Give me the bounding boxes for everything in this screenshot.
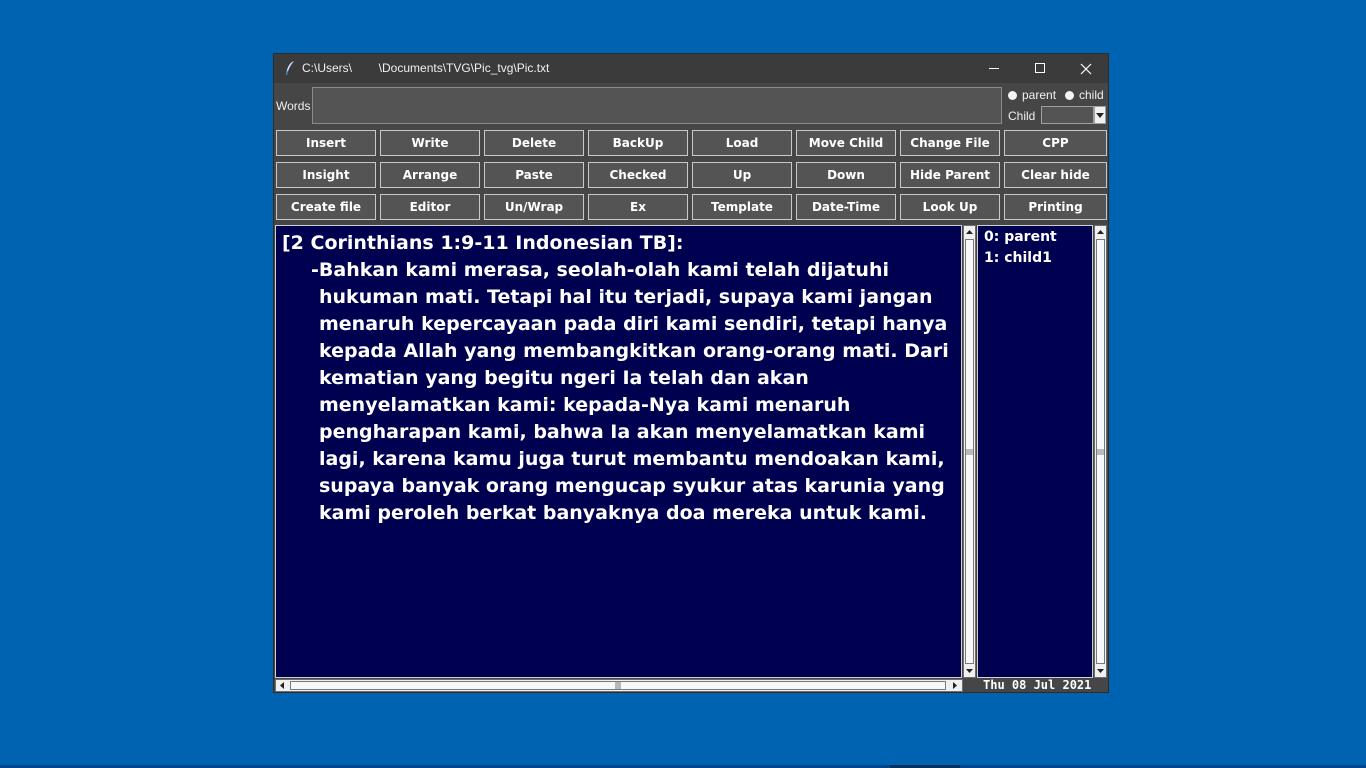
editor-body-paragraph: -Bahkan kami merasa, seolah-olah kami te… bbox=[311, 259, 949, 524]
printing-button[interactable]: Printing bbox=[1004, 194, 1107, 220]
radio-parent-label: parent bbox=[1022, 88, 1057, 102]
paste-button[interactable]: Paste bbox=[484, 162, 584, 188]
down-button[interactable]: Down bbox=[796, 162, 896, 188]
radio-dot-icon bbox=[1065, 90, 1074, 100]
radio-child[interactable]: child bbox=[1065, 88, 1104, 102]
close-icon bbox=[1080, 63, 1092, 74]
hide-parent-button[interactable]: Hide Parent bbox=[900, 162, 1000, 188]
write-button[interactable]: Write bbox=[380, 130, 480, 156]
checked-button[interactable]: Checked bbox=[588, 162, 688, 188]
clear-hide-button[interactable]: Clear hide bbox=[1004, 162, 1107, 188]
child-combobox[interactable] bbox=[1041, 106, 1094, 124]
feather-icon bbox=[284, 60, 296, 76]
scroll-down-icon[interactable] bbox=[964, 665, 975, 677]
minimize-icon bbox=[988, 68, 999, 69]
editor-textarea[interactable]: [2 Corinthians 1:9-11 Indonesian TB]: -B… bbox=[275, 225, 962, 678]
change-file-button[interactable]: Change File bbox=[900, 130, 1000, 156]
list-item[interactable]: 1: child1 bbox=[984, 248, 1092, 269]
unwrap-button[interactable]: Un/Wrap bbox=[484, 194, 584, 220]
ex-button[interactable]: Ex bbox=[588, 194, 688, 220]
up-button[interactable]: Up bbox=[692, 162, 792, 188]
chevron-down-icon bbox=[1096, 112, 1104, 118]
template-button[interactable]: Template bbox=[692, 194, 792, 220]
scroll-down-icon[interactable] bbox=[1095, 665, 1106, 677]
scroll-up-icon[interactable] bbox=[1095, 226, 1106, 238]
load-button[interactable]: Load bbox=[692, 130, 792, 156]
editor-heading-line: [2 Corinthians 1:9-11 Indonesian TB]: bbox=[282, 232, 684, 254]
radio-child-label: child bbox=[1079, 88, 1104, 102]
editor-hscroll-thumb[interactable] bbox=[290, 681, 946, 690]
child-dropdown-button[interactable] bbox=[1094, 106, 1106, 124]
child-listbox[interactable]: 0: parent 1: child1 bbox=[977, 225, 1093, 678]
close-button[interactable] bbox=[1063, 54, 1109, 83]
window-title: C:\Users\ \Documents\TVG\Pic_tvg\Pic.txt bbox=[302, 61, 550, 75]
editor-horizontal-scrollbar[interactable] bbox=[275, 679, 963, 692]
arrange-button[interactable]: Arrange bbox=[380, 162, 480, 188]
radio-parent[interactable]: parent bbox=[1008, 88, 1056, 102]
insight-button[interactable]: Insight bbox=[276, 162, 376, 188]
app-window: C:\Users\ \Documents\TVG\Pic_tvg\Pic.txt… bbox=[273, 53, 1109, 693]
list-item[interactable]: 0: parent bbox=[984, 227, 1092, 248]
maximize-icon bbox=[1034, 63, 1045, 73]
editor-button[interactable]: Editor bbox=[380, 194, 480, 220]
radio-dot-icon bbox=[1008, 90, 1017, 100]
look-up-button[interactable]: Look Up bbox=[900, 194, 1000, 220]
scroll-left-icon[interactable] bbox=[276, 680, 288, 691]
editor-vertical-scrollbar[interactable] bbox=[963, 225, 976, 678]
date-label: Thu 08 Jul 2021 bbox=[983, 678, 1092, 692]
create-file-button[interactable]: Create file bbox=[276, 194, 376, 220]
move-child-button[interactable]: Move Child bbox=[796, 130, 896, 156]
minimize-button[interactable] bbox=[971, 54, 1017, 83]
title-bar[interactable]: C:\Users\ \Documents\TVG\Pic_tvg\Pic.txt bbox=[274, 54, 1108, 83]
list-vertical-scrollbar[interactable] bbox=[1094, 225, 1107, 678]
words-input[interactable] bbox=[312, 87, 1002, 124]
child-label: Child bbox=[1008, 109, 1036, 123]
maximize-button[interactable] bbox=[1017, 54, 1063, 83]
words-label: Words bbox=[276, 99, 311, 113]
cpp-button[interactable]: CPP bbox=[1004, 130, 1107, 156]
scroll-up-icon[interactable] bbox=[964, 226, 975, 238]
list-vscroll-thumb[interactable] bbox=[1096, 239, 1105, 664]
date-time-button[interactable]: Date-Time bbox=[796, 194, 896, 220]
delete-button[interactable]: Delete bbox=[484, 130, 584, 156]
backup-button[interactable]: BackUp bbox=[588, 130, 688, 156]
editor-vscroll-thumb[interactable] bbox=[965, 239, 974, 664]
insert-button[interactable]: Insert bbox=[276, 130, 376, 156]
scroll-right-icon[interactable] bbox=[949, 680, 961, 691]
